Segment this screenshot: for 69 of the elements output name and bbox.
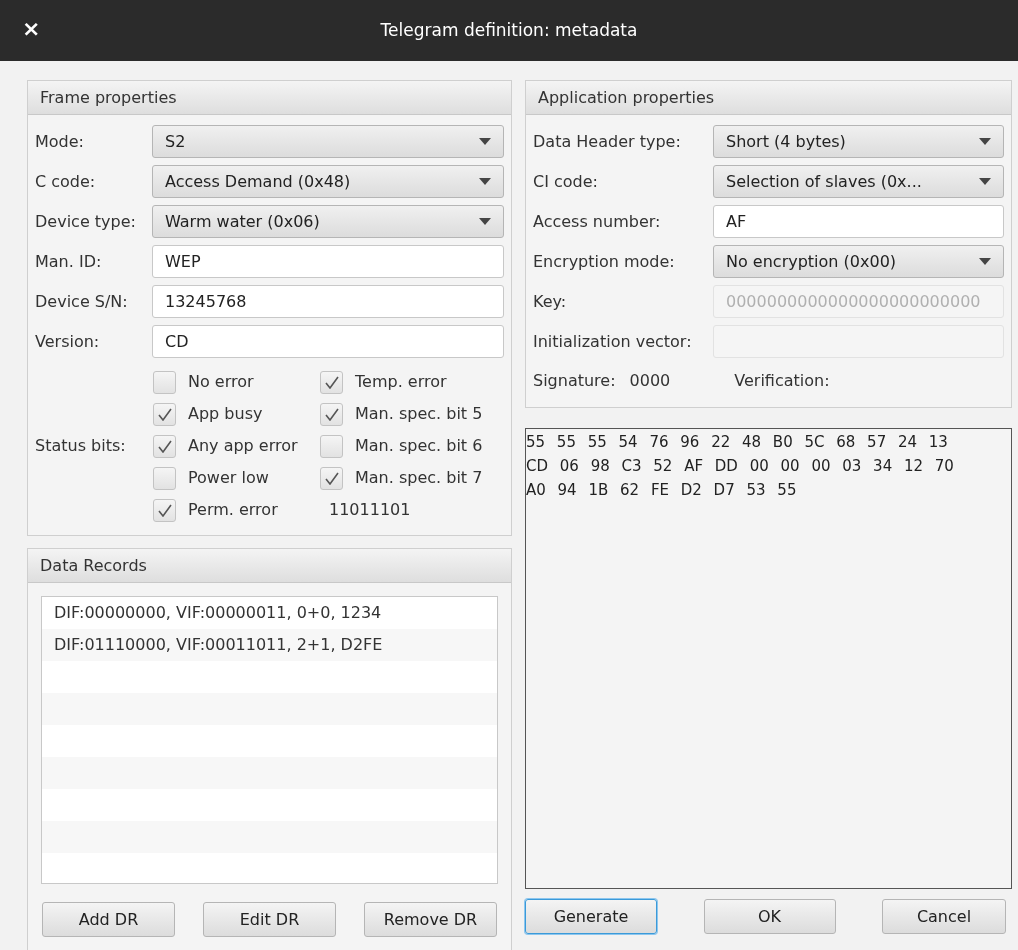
close-button[interactable]: ×: [22, 18, 41, 40]
checkbox-label: Perm. error: [188, 499, 278, 521]
caret-icon: [479, 178, 491, 185]
field-label: Version:: [35, 330, 101, 353]
verification-label: Verification:: [734, 370, 830, 392]
caret-icon: [979, 138, 991, 145]
field-label: Device S/N:: [35, 290, 129, 313]
button[interactable]: Add DR: [42, 902, 175, 937]
checkbox[interactable]: [153, 466, 176, 490]
checkbox[interactable]: [153, 434, 176, 458]
dropdown[interactable]: Selection of slaves (0x...: [713, 165, 1004, 198]
checkbox-label: Any app error: [188, 435, 298, 457]
field-label: Mode:: [35, 130, 85, 153]
field-label: Data Header type:: [533, 130, 682, 153]
input-field[interactable]: AF: [713, 205, 1004, 238]
dropdown[interactable]: S2: [152, 125, 504, 158]
input-field[interactable]: 13245768: [152, 285, 504, 318]
button[interactable]: Remove DR: [364, 902, 497, 937]
checkbox[interactable]: [320, 466, 343, 490]
dropdown[interactable]: Short (4 bytes): [713, 125, 1004, 158]
checkbox-label: App busy: [188, 403, 263, 425]
input-field[interactable]: CD: [152, 325, 504, 358]
dropdown[interactable]: No encryption (0x00): [713, 245, 1004, 278]
field-label: Initialization vector:: [533, 330, 693, 353]
button[interactable]: Generate: [525, 899, 657, 934]
checkbox[interactable]: [153, 498, 176, 522]
button[interactable]: Cancel: [882, 899, 1006, 934]
list-item[interactable]: DIF:01110000, VIF:00011011, 2+1, D2FE: [42, 629, 497, 661]
checkbox-label: Power low: [188, 467, 269, 489]
checkbox-label: Man. spec. bit 5: [355, 403, 483, 425]
checkbox[interactable]: [320, 370, 343, 394]
checkbox[interactable]: [153, 370, 176, 394]
field-label: C code:: [35, 170, 97, 193]
field-label: Device type:: [35, 210, 137, 233]
hex-line: A0 94 1B 62 FE D2 D7 53 55: [526, 480, 797, 501]
dropdown[interactable]: Access Demand (0x48): [152, 165, 504, 198]
caret-icon: [979, 178, 991, 185]
check-icon: [324, 375, 339, 389]
hex-line: CD 06 98 C3 52 AF DD 00 00 00 03 34 12 70: [526, 456, 954, 477]
signature-label: Signature:: [533, 370, 616, 392]
field-label: Key:: [533, 290, 568, 313]
signature-value: 0000: [629, 370, 671, 392]
checkbox-label: No error: [188, 371, 254, 393]
field-label: Man. ID:: [35, 250, 103, 273]
check-icon: [157, 503, 172, 517]
dropdown[interactable]: Warm water (0x06): [152, 205, 504, 238]
field-label: Access number:: [533, 210, 662, 233]
checkbox[interactable]: [153, 402, 176, 426]
check-icon: [157, 407, 172, 421]
input-field[interactable]: WEP: [152, 245, 504, 278]
field-label: Encryption mode:: [533, 250, 676, 273]
checkbox-label: Man. spec. bit 6: [355, 435, 483, 457]
caret-icon: [479, 218, 491, 225]
field-label: Status bits:: [35, 435, 127, 457]
button[interactable]: OK: [703, 899, 836, 934]
checkbox[interactable]: [320, 434, 343, 458]
check-icon: [324, 471, 339, 485]
checkbox-label: Temp. error: [355, 371, 447, 393]
window-title: Telegram definition: metadata: [380, 18, 638, 42]
caret-icon: [479, 138, 491, 145]
caret-icon: [979, 258, 991, 265]
checkbox[interactable]: [320, 402, 343, 426]
button[interactable]: Edit DR: [203, 902, 336, 937]
check-icon: [157, 439, 172, 453]
status-bits-value: 11011101: [329, 499, 411, 521]
check-icon: [324, 407, 339, 421]
field-label: CI code:: [533, 170, 599, 193]
checkbox-label: Man. spec. bit 7: [355, 467, 483, 489]
hex-line: 55 55 55 54 76 96 22 48 B0 5C 68 57 24 13: [526, 432, 948, 453]
